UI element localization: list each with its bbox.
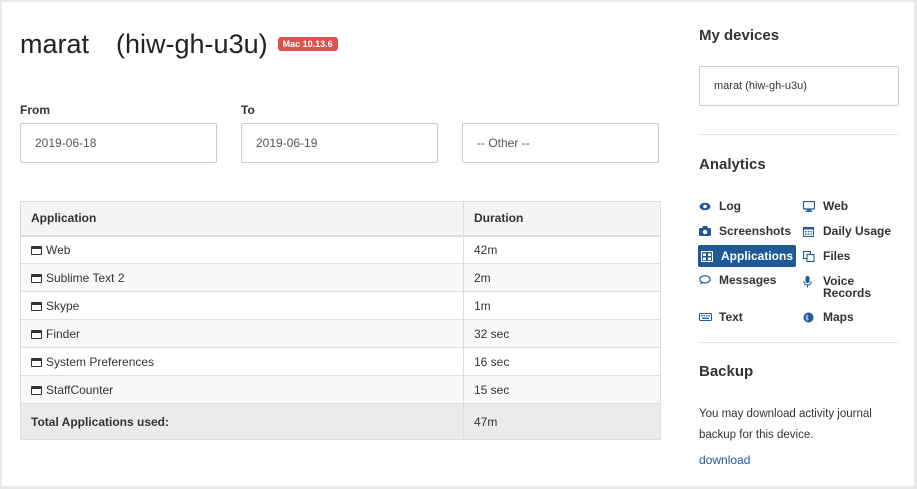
- camera-icon: [699, 226, 719, 236]
- nav-label: Text: [719, 310, 743, 324]
- app-name: StaffCounter: [46, 382, 114, 397]
- duration-cell: 16 sec: [463, 347, 661, 376]
- from-label: From: [20, 103, 50, 117]
- globe-icon: [803, 312, 823, 323]
- to-date-input[interactable]: 2019-06-19: [241, 123, 438, 163]
- nav-item-applications[interactable]: Applications: [698, 245, 797, 267]
- nav-label: Daily Usage: [823, 224, 892, 238]
- nav-label: Voice Records: [823, 274, 872, 300]
- duration-cell: 42m: [463, 235, 661, 264]
- app-cell: Web: [20, 235, 464, 264]
- os-badge: Mac 10.13.6: [277, 36, 338, 51]
- divider: [699, 134, 899, 135]
- nav-label: Maps: [823, 310, 854, 324]
- nav-label: Applications: [721, 249, 794, 263]
- total-value: 47m: [463, 403, 661, 440]
- to-label: To: [241, 103, 255, 117]
- window-icon: [31, 301, 42, 311]
- speech-bubble-icon: [699, 275, 719, 285]
- app-cell: Skype: [20, 291, 464, 320]
- window-icon: [31, 329, 42, 339]
- nav-label: Web: [823, 199, 849, 213]
- backup-description: You may download activity journal backup…: [699, 408, 872, 441]
- app-cell: Finder: [20, 319, 464, 348]
- app-name: Finder: [46, 326, 81, 341]
- app-name: System Preferences: [46, 354, 155, 369]
- table-row: System Preferences 16 sec: [20, 347, 661, 376]
- nav-label: Files: [823, 249, 851, 263]
- duration-cell: 32 sec: [463, 319, 661, 348]
- nav-item-web[interactable]: Web: [803, 195, 848, 217]
- nav-item-files[interactable]: Files: [803, 245, 850, 267]
- nav-item-text[interactable]: Text: [699, 306, 743, 328]
- nav-label: Screenshots: [719, 224, 792, 238]
- duration-cell: 15 sec: [463, 375, 661, 404]
- nav-item-messages[interactable]: Messages: [699, 269, 776, 291]
- total-label: Total Applications used:: [20, 403, 464, 440]
- page-title: marat (hiw-gh-u3u) Mac 10.13.6: [20, 29, 338, 60]
- app-name: Web: [46, 242, 71, 257]
- window-icon: [31, 357, 42, 367]
- table-total-row: Total Applications used: 47m: [20, 403, 661, 440]
- devices-heading: My devices: [699, 27, 780, 44]
- monitor-icon: [803, 200, 823, 212]
- nav-item-daily-usage[interactable]: Daily Usage: [803, 220, 891, 242]
- microphone-icon: [803, 275, 823, 288]
- window-icon: [31, 245, 42, 255]
- eye-icon: [699, 202, 719, 211]
- table-row: StaffCounter 15 sec: [20, 375, 661, 404]
- nav-label: Log: [719, 199, 741, 213]
- table-row: Web 42m: [20, 235, 661, 264]
- backup-heading: Backup: [699, 363, 754, 380]
- divider: [699, 342, 899, 343]
- window-icon: [31, 385, 42, 395]
- nav-item-maps[interactable]: Maps: [803, 306, 854, 328]
- period-select[interactable]: -- Other --: [462, 123, 659, 163]
- window-icon: [31, 273, 42, 283]
- duration-cell: 1m: [463, 291, 661, 320]
- nav-item-log[interactable]: Log: [699, 195, 741, 217]
- app-name: Skype: [46, 298, 80, 313]
- host-name: (hiw-gh-u3u): [116, 29, 268, 59]
- files-icon: [803, 250, 823, 262]
- duration-cell: 2m: [463, 263, 661, 292]
- nav-item-screenshots[interactable]: Screenshots: [699, 220, 791, 242]
- page-frame: marat (hiw-gh-u3u) Mac 10.13.6 From 2019…: [2, 2, 914, 486]
- device-selector[interactable]: marat (hiw-gh-u3u): [699, 66, 899, 106]
- app-cell: System Preferences: [20, 347, 464, 376]
- applications-table: Application Duration Web 42m Sublime Tex…: [20, 201, 661, 440]
- from-date-input[interactable]: 2019-06-18: [20, 123, 217, 163]
- keyboard-icon: [699, 313, 719, 321]
- user-name: marat: [20, 29, 90, 59]
- nav-label: Messages: [719, 273, 777, 287]
- app-cell: Sublime Text 2: [20, 263, 464, 292]
- table-row: Skype 1m: [20, 291, 661, 320]
- app-cell: StaffCounter: [20, 375, 464, 404]
- table-header-row: Application Duration: [20, 201, 661, 237]
- column-header-application: Application: [20, 201, 464, 237]
- calendar-icon: [803, 226, 823, 237]
- download-link[interactable]: download: [699, 453, 750, 467]
- analytics-heading: Analytics: [699, 156, 766, 173]
- app-name: Sublime Text 2: [46, 270, 125, 285]
- column-header-duration: Duration: [463, 201, 661, 237]
- table-row: Sublime Text 2 2m: [20, 263, 661, 292]
- nav-item-voice-records[interactable]: Voice Records: [803, 275, 893, 301]
- applications-icon: [701, 250, 721, 262]
- table-row: Finder 32 sec: [20, 319, 661, 348]
